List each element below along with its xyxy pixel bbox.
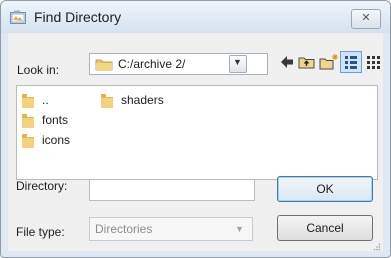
find-directory-dialog: Find Directory ✕ Look in: C:/archive 2/ … [0,0,391,258]
folder-up-icon[interactable] [296,51,318,73]
directory-label: Directory: [16,179,68,193]
folder-icon [22,114,34,128]
ok-button[interactable]: OK [277,176,373,202]
folder-icon [22,94,34,108]
item-name: fonts [42,113,69,127]
title-bar[interactable]: Find Directory ✕ [1,1,390,33]
close-button[interactable]: ✕ [351,9,381,29]
look-in-dropdown-button[interactable]: ▼ [229,55,247,73]
item-name: .. [42,93,49,107]
item-name: icons [42,133,71,147]
file-type-label: File type: [16,225,65,239]
detail-view-icon[interactable] [363,51,385,73]
dialog-title: Find Directory [34,9,122,25]
look-in-path: C:/archive 2/ [118,57,186,71]
file-list[interactable]: .. fonts icons shaders [16,85,378,180]
new-folder-icon[interactable] [318,51,340,73]
directory-input[interactable] [89,179,255,201]
chevron-down-icon: ▼ [233,57,242,67]
look-in-label: Look in: [17,63,60,77]
dialog-body: Look in: C:/archive 2/ ▼ .. fonts icons … [8,33,383,251]
dialog-folder-icon [10,10,26,24]
resize-grip-icon[interactable] [373,243,381,251]
look-in-combobox[interactable]: C:/archive 2/ ▼ [89,53,268,75]
ok-button-label: OK [316,182,334,196]
file-type-combobox[interactable]: Directories ▼ [89,217,253,241]
drive-folder-icon [95,59,113,71]
item-name: shaders [121,93,164,107]
folder-icon [22,134,34,148]
chevron-down-icon: ▼ [235,224,244,234]
close-icon: ✕ [361,12,371,24]
folder-icon [101,94,113,108]
back-arrow-icon[interactable] [276,51,298,73]
list-view-icon[interactable] [340,51,362,73]
cancel-button-label: Cancel [306,221,344,235]
file-type-value: Directories [95,222,153,236]
cancel-button[interactable]: Cancel [277,215,373,241]
